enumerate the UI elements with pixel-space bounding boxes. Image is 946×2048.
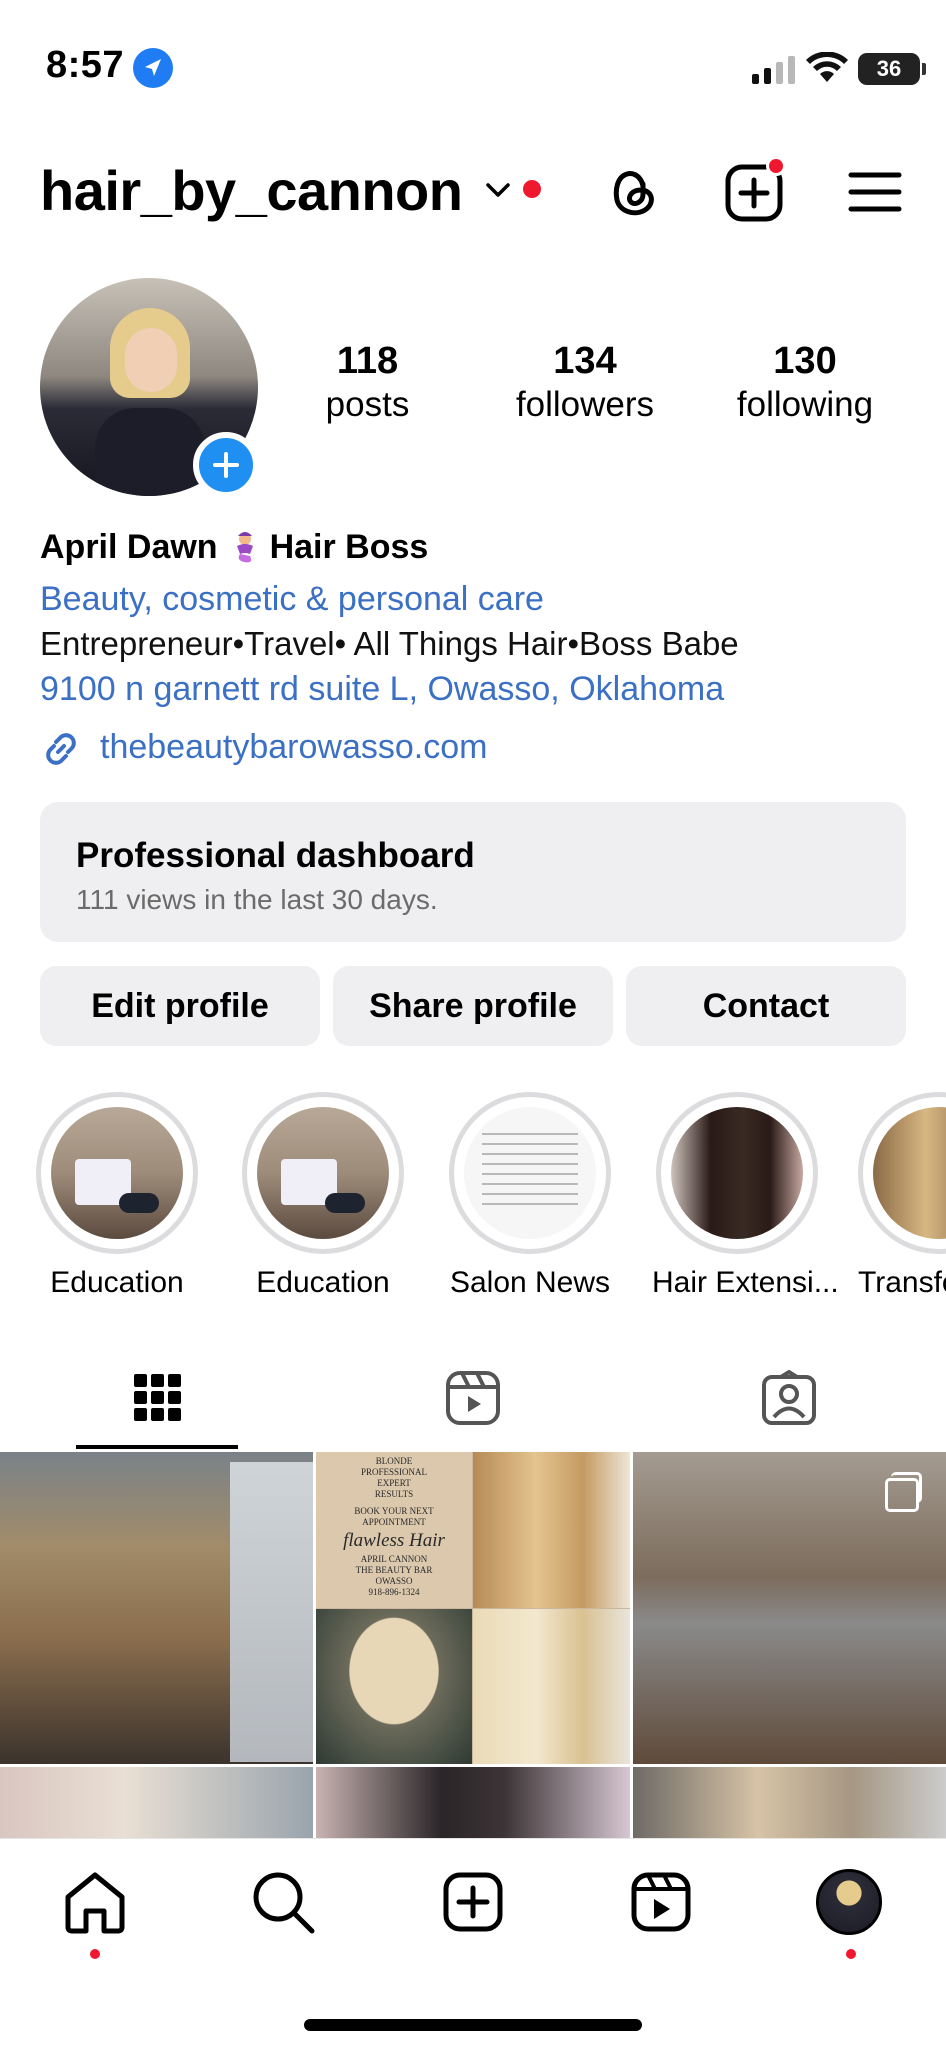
following-count: 130 xyxy=(773,340,837,382)
post-thumbnail[interactable] xyxy=(0,1452,313,1764)
reels-icon xyxy=(631,1872,691,1932)
status-time: 8:57 xyxy=(46,44,125,86)
highlight-label: Education xyxy=(50,1266,184,1299)
highlight-item[interactable]: Hair Extensi... xyxy=(652,1092,839,1300)
display-name-part2: Hair Boss xyxy=(269,528,429,566)
highlight-cover xyxy=(671,1107,803,1239)
tab-grid[interactable] xyxy=(0,1350,315,1450)
create-icon xyxy=(443,1872,503,1932)
highlight-item[interactable]: Education xyxy=(238,1092,408,1300)
followers-stat[interactable]: 134 followers xyxy=(495,340,675,425)
nav-search[interactable] xyxy=(248,1867,318,1937)
following-stat[interactable]: 130 following xyxy=(720,340,890,425)
account-notification-dot xyxy=(523,180,541,198)
genie-emoji-icon xyxy=(228,530,262,564)
tab-tagged[interactable] xyxy=(631,1350,946,1450)
edit-profile-button[interactable]: Edit profile xyxy=(40,966,320,1046)
wifi-icon xyxy=(806,51,848,84)
followers-label: followers xyxy=(515,385,655,424)
home-notification-dot xyxy=(90,1949,100,1959)
link-icon xyxy=(40,728,82,770)
dashboard-subtitle: 111 views in the last 30 days. xyxy=(76,884,438,915)
post-thumbnail[interactable] xyxy=(633,1767,946,1838)
nav-home[interactable] xyxy=(60,1867,130,1937)
new-post-notification-dot xyxy=(766,156,786,176)
highlight-item[interactable]: Salon News xyxy=(445,1092,615,1300)
post-thumbnail[interactable] xyxy=(0,1767,313,1838)
active-tab-indicator xyxy=(76,1445,238,1449)
search-icon xyxy=(253,1872,315,1934)
highlight-label: Education xyxy=(256,1266,390,1299)
highlight-ring xyxy=(858,1092,946,1254)
profile-bio: Entrepreneur•Travel• All Things Hair•Bos… xyxy=(40,625,739,662)
highlight-label: Transfo xyxy=(858,1266,946,1299)
multi-photo-icon xyxy=(250,1472,287,1512)
profile-address-link[interactable]: 9100 n garnett rd suite L, Owasso, Oklah… xyxy=(40,670,724,709)
menu-icon[interactable] xyxy=(848,170,902,214)
highlight-label: Salon News xyxy=(449,1266,611,1299)
home-indicator xyxy=(304,2019,642,2031)
highlight-cover xyxy=(51,1107,183,1239)
profile-category[interactable]: Beauty, cosmetic & personal care xyxy=(40,580,544,619)
battery-indicator: 36 xyxy=(858,53,926,85)
tagged-icon xyxy=(761,1370,816,1425)
cellular-signal-icon xyxy=(752,56,798,84)
nav-profile[interactable] xyxy=(814,1867,884,1937)
posts-stat[interactable]: 118 posts xyxy=(300,340,435,425)
share-profile-button[interactable]: Share profile xyxy=(333,966,613,1046)
dashboard-title: Professional dashboard xyxy=(76,836,475,875)
highlight-ring xyxy=(656,1092,818,1254)
highlight-ring xyxy=(242,1092,404,1254)
display-name-part1: April Dawn xyxy=(40,528,218,566)
following-label: following xyxy=(736,385,874,424)
grid-icon xyxy=(133,1374,181,1421)
status-bar: 8:57 36 xyxy=(0,0,946,120)
profile-notification-dot xyxy=(846,1949,856,1959)
profile-header: hair_by_cannon xyxy=(0,150,946,230)
multi-photo-icon xyxy=(885,1472,922,1512)
profile-avatar-small xyxy=(816,1869,882,1935)
promo-card: BLONDE PROFESSIONAL EXPERT RESULTS BOOK … xyxy=(316,1452,472,1608)
contact-button[interactable]: Contact xyxy=(626,966,906,1046)
highlight-label: Hair Extensi... xyxy=(652,1266,839,1299)
highlight-cover xyxy=(873,1107,946,1239)
highlight-item[interactable]: Education xyxy=(32,1092,202,1300)
add-story-button[interactable] xyxy=(193,432,259,498)
highlight-item[interactable]: Transfo xyxy=(858,1092,946,1300)
nav-reels[interactable] xyxy=(626,1867,696,1937)
nav-create[interactable] xyxy=(438,1867,508,1937)
post-thumbnail[interactable] xyxy=(316,1767,630,1838)
username-switcher[interactable]: hair_by_cannon xyxy=(40,158,463,223)
home-icon xyxy=(65,1872,125,1934)
highlight-cover xyxy=(257,1107,389,1239)
chevron-down-icon[interactable] xyxy=(484,180,512,200)
highlight-ring xyxy=(36,1092,198,1254)
post-thumbnail[interactable] xyxy=(633,1452,946,1764)
posts-label: posts xyxy=(325,385,410,424)
location-arrow-icon xyxy=(133,48,173,88)
threads-icon[interactable] xyxy=(605,164,661,222)
posts-grid: BLONDE PROFESSIONAL EXPERT RESULTS BOOK … xyxy=(0,1452,946,1838)
website-link[interactable]: thebeautybarowasso.com xyxy=(100,728,487,767)
bottom-navigation xyxy=(0,1838,946,2048)
tab-reels[interactable] xyxy=(315,1350,630,1450)
profile-display-name: April Dawn Hair Boss xyxy=(40,528,428,567)
followers-count: 134 xyxy=(553,340,617,382)
profile-tabs xyxy=(0,1350,946,1450)
highlight-cover xyxy=(464,1107,596,1239)
reels-icon xyxy=(445,1371,500,1425)
professional-dashboard-card[interactable]: Professional dashboard 111 views in the … xyxy=(40,802,906,942)
highlight-ring xyxy=(449,1092,611,1254)
posts-count: 118 xyxy=(336,340,399,382)
post-thumbnail[interactable]: BLONDE PROFESSIONAL EXPERT RESULTS BOOK … xyxy=(316,1452,630,1764)
